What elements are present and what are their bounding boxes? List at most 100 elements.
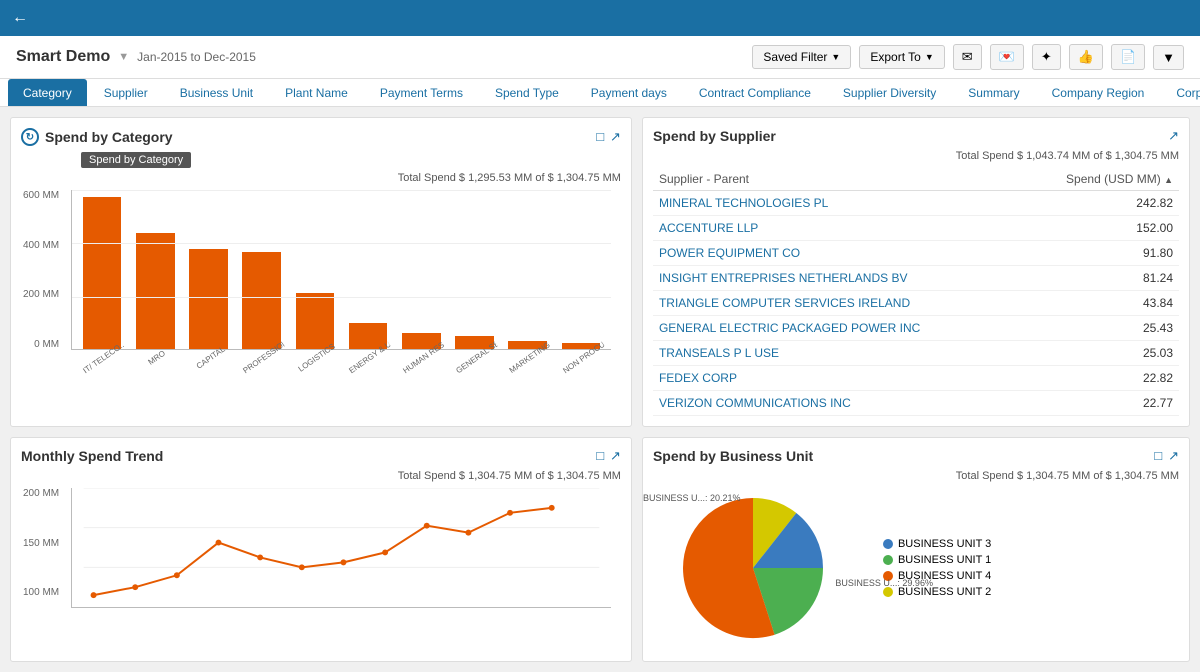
bar-logistics-rect [296,293,335,349]
supplier-name-1[interactable]: MINERAL TECHNOLOGIES PL [653,191,1020,216]
supplier-amount-2: 152.00 [1020,216,1180,241]
star-icon-button[interactable]: ✦ [1032,44,1061,70]
supplier-name-4[interactable]: INSIGHT ENTREPRISES NETHERLANDS BV [653,266,1020,291]
bar-mro-rect [136,233,175,349]
tab-plant-name[interactable]: Plant Name [270,79,363,106]
y-label-200: 200 MM [23,289,59,300]
supplier-total-spend: Total Spend $ 1,043.74 MM of $ 1,304.75 … [653,150,1179,162]
supplier-fullscreen-icon[interactable]: ↗ [1168,128,1179,144]
export-to-label: Export To [870,50,920,64]
supplier-row-2: ACCENTURE LLP 152.00 [653,216,1179,241]
bu-fullscreen-icon[interactable]: ↗ [1168,448,1179,464]
trend-expand-icon[interactable]: □ [596,448,604,464]
supplier-name-5[interactable]: TRIANGLE COMPUTER SERVICES IRELAND [653,291,1020,316]
trend-line-chart [71,488,611,608]
y-axis: 600 MM 400 MM 200 MM 0 MM [23,190,59,350]
supplier-amount-4: 81.24 [1020,266,1180,291]
tab-business-unit[interactable]: Business Unit [165,79,268,106]
supplier-table: Supplier - Parent Spend (USD MM) ▲ MINER… [653,168,1179,416]
tab-supplier[interactable]: Supplier [89,79,163,106]
gridline-mid2 [72,297,611,298]
supplier-row-9: VERIZON COMMUNICATIONS INC 22.77 [653,391,1179,416]
top-nav-bar: ← [0,0,1200,36]
tab-spend-type[interactable]: Spend Type [480,79,574,106]
category-panel-header: ↻ Spend by Category □ ↗ [21,128,621,146]
category-panel-icons: □ ↗ [596,129,621,145]
tab-contract-compliance[interactable]: Contract Compliance [684,79,826,106]
back-button[interactable]: ← [12,9,28,27]
trend-panel-title: Monthly Spend Trend [21,448,163,464]
bar-chart-body [71,190,611,350]
trend-y-axis: 200 MM 150 MM 100 MM [23,488,59,598]
col-spend-usd[interactable]: Spend (USD MM) ▲ [1020,168,1180,191]
category-total-spend: Total Spend $ 1,295.53 MM of $ 1,304.75 … [21,172,621,184]
category-expand-icon[interactable]: □ [596,129,604,145]
tab-corporate-group[interactable]: Corporate Group [1161,79,1200,106]
bar-profession [238,252,286,349]
supplier-amount-1: 242.82 [1020,191,1180,216]
bu-panel-icons: □ ↗ [1154,448,1179,464]
supplier-name-7[interactable]: TRANSEALS P L USE [653,341,1020,366]
tab-supplier-diversity[interactable]: Supplier Diversity [828,79,951,106]
category-icon: ↻ [21,128,39,146]
trend-y-100: 100 MM [23,587,59,598]
bar-chart-container: 600 MM 400 MM 200 MM 0 MM [71,190,611,363]
y-label-400: 400 MM [23,240,59,251]
sort-arrow-up: ▲ [1164,175,1173,185]
app-title: Smart Demo [16,48,110,66]
bar-capital-rect [189,249,228,349]
date-range: Jan-2015 to Dec-2015 [137,50,256,64]
bar-it-rect [83,197,122,349]
monthly-spend-trend-panel: Monthly Spend Trend □ ↗ Total Spend $ 1,… [10,437,632,662]
supplier-row-5: TRIANGLE COMPUTER SERVICES IRELAND 43.84 [653,291,1179,316]
filter-icon-button[interactable]: ▼ [1153,45,1184,70]
legend-dot-bu2 [883,587,893,597]
email-icon-button[interactable]: ✉ [953,44,982,70]
category-panel-title: ↻ Spend by Category [21,128,173,146]
main-content: ↻ Spend by Category □ ↗ Spend by Categor… [0,107,1200,672]
supplier-row-8: FEDEX CORP 22.82 [653,366,1179,391]
legend-label-bu3: BUSINESS UNIT 3 [898,538,991,550]
legend-bu3: BUSINESS UNIT 3 [883,538,991,550]
bar-mro [131,233,179,349]
saved-filter-button[interactable]: Saved Filter ▼ [752,45,851,69]
supplier-amount-6: 25.43 [1020,316,1180,341]
y-label-0: 0 MM [23,339,59,350]
tab-summary[interactable]: Summary [953,79,1034,106]
bu-expand-icon[interactable]: □ [1154,448,1162,464]
supplier-name-9[interactable]: VERIZON COMMUNICATIONS INC [653,391,1020,416]
doc-icon-button[interactable]: 📄 [1111,44,1145,70]
supplier-amount-8: 22.82 [1020,366,1180,391]
supplier-amount-9: 22.77 [1020,391,1180,416]
supplier-panel-header: Spend by Supplier ↗ [653,128,1179,144]
thumb-icon-button[interactable]: 👍 [1069,44,1103,70]
legend-dot-bu3 [883,539,893,549]
title-dropdown-arrow[interactable]: ▼ [118,51,129,63]
supplier-row-7: TRANSEALS P L USE 25.03 [653,341,1179,366]
trend-fullscreen-icon[interactable]: ↗ [610,448,621,464]
export-to-button[interactable]: Export To ▼ [859,45,944,69]
gridline-top [72,190,611,191]
supplier-name-2[interactable]: ACCENTURE LLP [653,216,1020,241]
supplier-name-8[interactable]: FEDEX CORP [653,366,1020,391]
mail-icon-button[interactable]: 💌 [990,44,1024,70]
tab-payment-terms[interactable]: Payment Terms [365,79,478,106]
saved-filter-label: Saved Filter [763,50,827,64]
pie-label-bu4: BUSINESS U...: 29.96% [835,578,933,588]
category-fullscreen-icon[interactable]: ↗ [610,129,621,145]
bu-total-spend: Total Spend $ 1,304.75 MM of $ 1,304.75 … [653,470,1179,482]
legend-dot-bu1 [883,555,893,565]
supplier-panel-title: Spend by Supplier [653,128,776,144]
bar-it [78,197,126,349]
supplier-amount-7: 25.03 [1020,341,1180,366]
tab-company-region[interactable]: Company Region [1037,79,1160,106]
supplier-name-6[interactable]: GENERAL ELECTRIC PACKAGED POWER INC [653,316,1020,341]
supplier-name-3[interactable]: POWER EQUIPMENT CO [653,241,1020,266]
tab-payment-days[interactable]: Payment days [576,79,682,106]
tab-category[interactable]: Category [8,79,87,106]
spend-by-bu-panel: Spend by Business Unit □ ↗ Total Spend $… [642,437,1190,662]
supplier-row-4: INSIGHT ENTREPRISES NETHERLANDS BV 81.24 [653,266,1179,291]
bu-legend: BUSINESS UNIT 3 BUSINESS UNIT 1 BUSINESS… [883,538,991,602]
gridline-mid1 [72,243,611,244]
supplier-amount-3: 91.80 [1020,241,1180,266]
